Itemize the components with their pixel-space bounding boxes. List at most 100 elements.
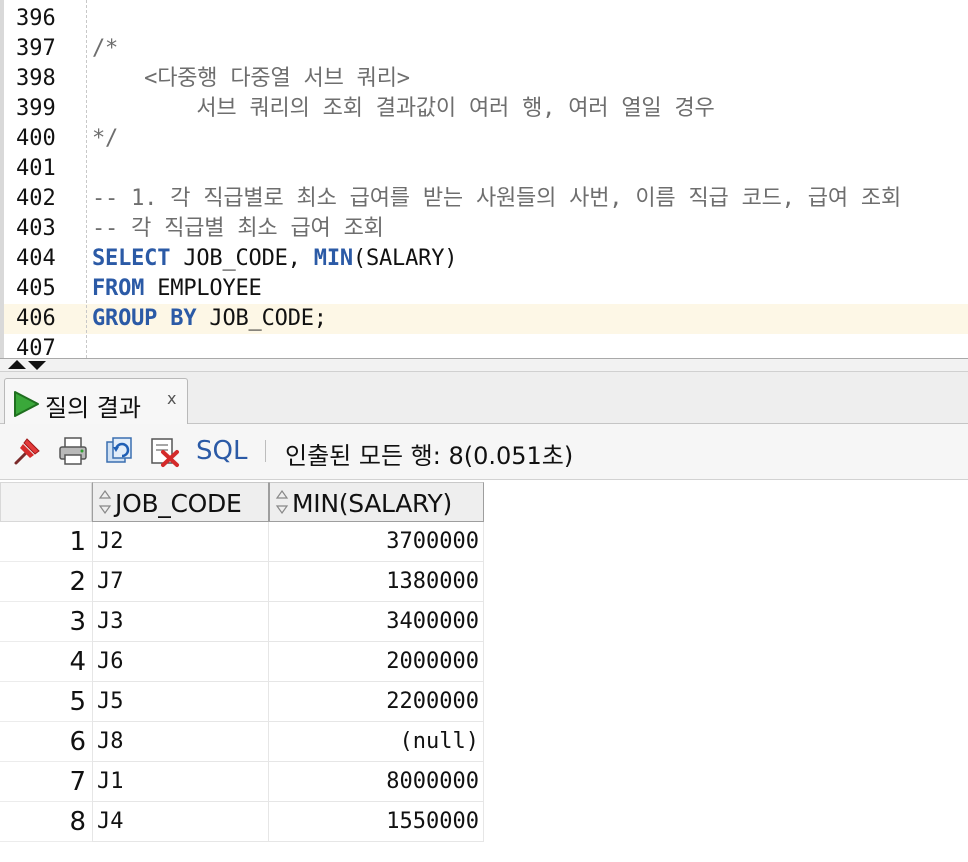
cell-job-code[interactable]: J3 [92,602,269,642]
code-line[interactable]: 400 */ [4,124,968,154]
sql-button[interactable]: SQL [196,436,247,466]
result-tab-strip: 질의 결과 x [0,372,968,424]
code-line[interactable]: 405 FROM EMPLOYEE [4,274,968,304]
sql-keyword: GROUP BY [92,306,197,331]
cell-job-code[interactable]: J5 [92,682,269,722]
table-row[interactable]: 4 J6 2000000 [0,642,484,682]
sort-icon[interactable] [98,489,112,515]
cell-job-code[interactable]: J1 [92,762,269,802]
table-row[interactable]: 7 J1 8000000 [0,762,484,802]
cell-min-salary[interactable]: 2200000 [269,682,484,722]
pin-icon[interactable] [10,434,44,468]
collapse-down-arrow-icon[interactable] [28,361,46,370]
code-line[interactable]: 396 [4,4,968,34]
row-number: 1 [0,522,92,562]
code-line[interactable]: 399 서브 쿼리의 조회 결과값이 여러 행, 여러 열일 경우 [4,94,968,124]
sql-keyword: FROM [92,276,145,301]
sql-keyword: SELECT [92,246,171,271]
print-icon[interactable] [56,434,90,468]
table-row[interactable]: 1 J2 3700000 [0,522,484,562]
code-text[interactable]: -- 각 직급별 최소 급여 조회 [92,216,384,242]
line-number: 399 [16,96,56,121]
code-line[interactable]: 407 [4,334,968,358]
cell-min-salary[interactable]: 8000000 [269,762,484,802]
code-line[interactable]: 406 GROUP BY JOB_CODE; [4,304,968,334]
table-row[interactable]: 8 J4 1550000 [0,802,484,842]
run-icon [14,391,39,417]
cell-job-code[interactable]: J2 [92,522,269,562]
column-header-label: MIN(SALARY) [292,489,452,518]
code-text[interactable]: 서브 쿼리의 조회 결과값이 여러 행, 여러 열일 경우 [92,96,714,122]
line-number: 404 [16,246,56,271]
delete-icon[interactable] [148,434,182,468]
code-line[interactable]: 404 SELECT JOB_CODE, MIN(SALARY) [4,244,968,274]
code-text[interactable]: FROM EMPLOYEE [92,276,262,302]
column-header-min-salary[interactable]: MIN(SALARY) [269,482,484,522]
gutter-separator [86,0,87,358]
line-number: 403 [16,216,56,241]
cell-job-code[interactable]: J8 [92,722,269,762]
tab-close-icon[interactable]: x [167,389,176,408]
cell-job-code[interactable]: J6 [92,642,269,682]
sort-icon[interactable] [275,489,289,515]
code-text[interactable]: -- 1. 각 직급별로 최소 급여를 받는 사원들의 사번, 이름 직급 코드… [92,186,901,212]
table-row[interactable]: 3 J3 3400000 [0,602,484,642]
row-number: 2 [0,562,92,602]
sql-text: JOB_CODE; [196,306,327,331]
cell-min-salary[interactable]: 1380000 [269,562,484,602]
toolbar-separator [265,440,266,462]
tab-label: 질의 결과 [45,394,141,422]
table-row[interactable]: 5 J5 2200000 [0,682,484,722]
code-text[interactable]: /* [92,36,118,62]
refresh-icon[interactable] [102,434,136,468]
cell-min-salary[interactable]: (null) [269,722,484,762]
table-row[interactable]: 6 J8 (null) [0,722,484,762]
code-line[interactable]: 397 /* [4,34,968,64]
line-number: 401 [16,156,56,181]
query-result-tab[interactable]: 질의 결과 x [4,378,188,424]
code-text[interactable]: */ [92,126,118,152]
cell-min-salary[interactable]: 2000000 [269,642,484,682]
table-row[interactable]: 2 J7 1380000 [0,562,484,602]
fetch-status-text: 인출된 모든 행: 8(0.051초) [285,442,574,470]
cell-min-salary[interactable]: 3700000 [269,522,484,562]
line-number: 402 [16,186,56,211]
row-number: 5 [0,682,92,722]
line-number: 397 [16,36,56,61]
column-header-job-code[interactable]: JOB_CODE [92,482,269,522]
row-number: 3 [0,602,92,642]
sql-editor[interactable]: 396 397/* 398 <다중행 다중열 서브 쿼리> 399 서브 쿼리의 조회… [0,0,968,358]
sql-keyword: MIN [313,246,353,271]
collapse-up-arrow-icon[interactable] [8,360,26,369]
cell-job-code[interactable]: J7 [92,562,269,602]
row-number: 6 [0,722,92,762]
editor-result-splitter[interactable] [0,358,968,372]
line-number: 406 [16,306,56,331]
code-text[interactable]: <다중행 다중열 서브 쿼리> [92,66,410,92]
sql-comment: <다중행 다중열 서브 쿼리> [92,66,410,91]
sql-comment: -- 1. 각 직급별로 최소 급여를 받는 사원들의 사번, 이름 직급 코드… [92,186,901,211]
row-number: 8 [0,802,92,842]
sql-text: EMPLOYEE [144,276,262,301]
code-line[interactable]: 398 <다중행 다중열 서브 쿼리> [4,64,968,94]
line-number: 398 [16,66,56,91]
sql-text: JOB_CODE, [170,246,314,271]
code-line[interactable]: 402 -- 1. 각 직급별로 최소 급여를 받는 사원들의 사번, 이름 직급… [4,184,968,214]
sql-comment: /* [92,36,119,61]
cell-job-code[interactable]: J4 [92,802,269,842]
cell-min-salary[interactable]: 3400000 [269,602,484,642]
line-number: 400 [16,126,56,151]
column-header-label: JOB_CODE [115,489,242,518]
code-text[interactable]: SELECT JOB_CODE, MIN(SALARY) [92,246,457,272]
code-line[interactable]: 403 -- 각 직급별 최소 급여 조회 [4,214,968,244]
cell-min-salary[interactable]: 1550000 [269,802,484,842]
sql-comment: -- 각 직급별 최소 급여 조회 [92,216,384,241]
code-line[interactable]: 401 [4,154,968,184]
code-text[interactable]: GROUP BY JOB_CODE; [92,306,327,332]
row-number-header [0,482,92,522]
result-toolbar: SQL 인출된 모든 행: 8(0.051초) [0,424,968,480]
row-number: 4 [0,642,92,682]
result-grid[interactable]: JOB_CODE MIN(SALARY) 1 J2 3700000 2 J7 1… [0,480,968,862]
row-number: 7 [0,762,92,802]
line-number: 396 [16,6,56,31]
